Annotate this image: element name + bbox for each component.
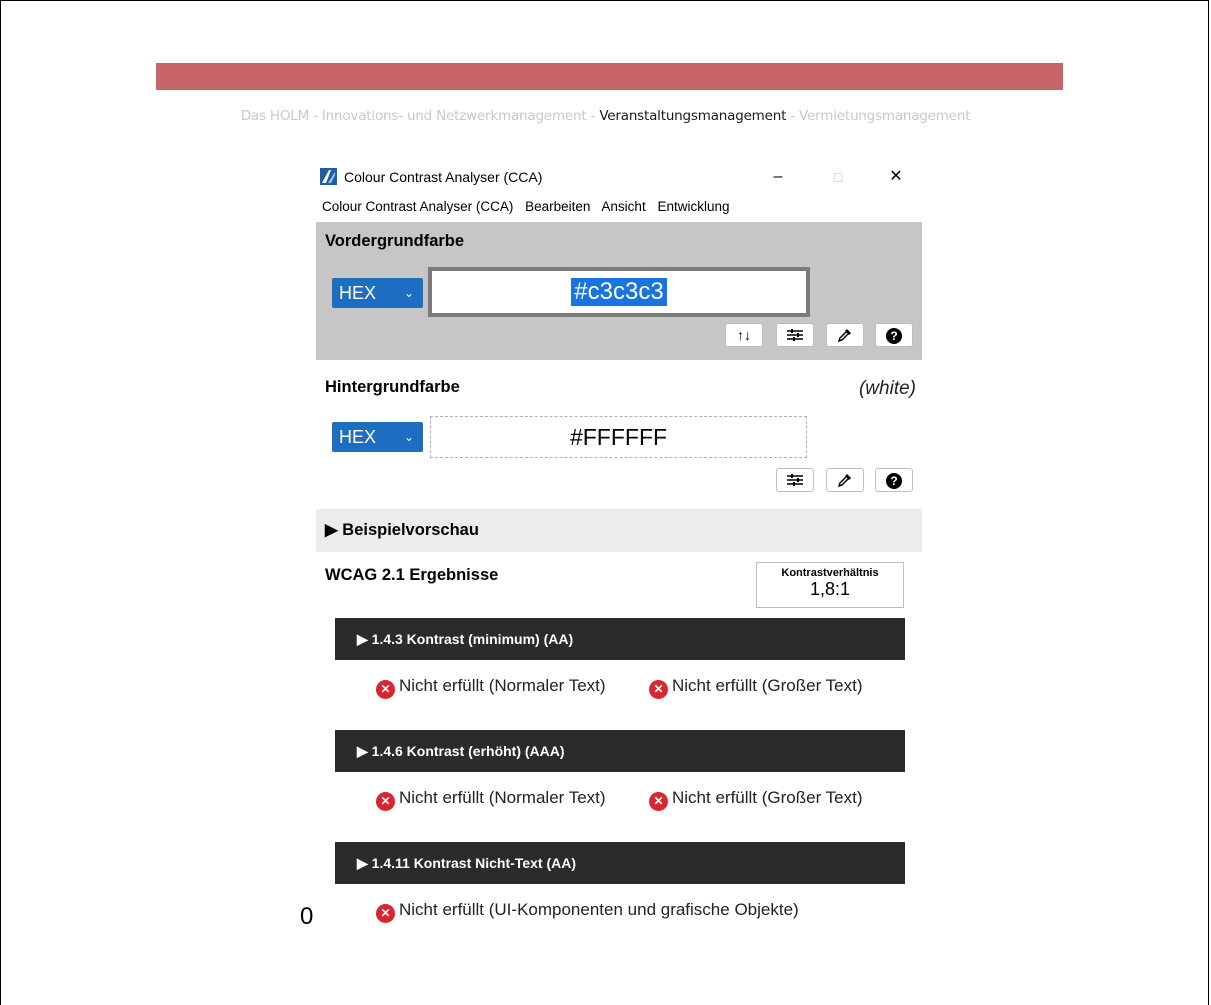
- result-large-text: ✕ Nicht erfüllt (Großer Text): [649, 788, 919, 811]
- stray-text: 0: [300, 903, 314, 930]
- foreground-format-select[interactable]: HEX ⌄: [332, 278, 423, 308]
- background-format-select[interactable]: HEX ⌄: [332, 422, 423, 452]
- background-color-input[interactable]: #FFFFFF: [430, 416, 807, 458]
- chevron-down-icon: ⌄: [403, 286, 414, 300]
- cca-window: Colour Contrast Analyser (CCA) – □ ✕ Col…: [316, 160, 922, 930]
- foreground-color-value: #c3c3c3: [571, 278, 667, 306]
- background-help-button[interactable]: ?: [875, 468, 913, 492]
- results-heading: WCAG 2.1 Ergebnisse: [325, 566, 499, 584]
- title-bar[interactable]: Colour Contrast Analyser (CCA) – □ ✕: [316, 160, 922, 194]
- criterion-title: 1.4.11 Kontrast Nicht-Text (AA): [371, 855, 576, 871]
- foreground-help-button[interactable]: ?: [875, 323, 913, 347]
- breadcrumb-item[interactable]: Das HOLM - Innovations- und Netzwerkmana…: [241, 108, 600, 124]
- contrast-ratio-value: 1,8:1: [809, 579, 851, 599]
- background-format-value: HEX: [339, 427, 377, 447]
- breadcrumb-item[interactable]: - Vermietungsmanagement: [786, 108, 970, 124]
- sliders-icon: [786, 327, 804, 343]
- result-label: Nicht erfüllt (Normaler Text): [399, 788, 606, 807]
- criterion-header[interactable]: ▶ 1.4.6 Kontrast (erhöht) (AAA): [335, 730, 905, 772]
- menu-item-cca[interactable]: Colour Contrast Analyser (CCA): [322, 199, 513, 214]
- result-label: Nicht erfüllt (Normaler Text): [399, 676, 606, 695]
- eyedropper-icon: [837, 472, 853, 488]
- swap-icon: ↑↓: [737, 327, 751, 343]
- breadcrumb: Das HOLM - Innovations- und Netzwerkmana…: [0, 108, 1211, 124]
- criterion-header[interactable]: ▶ 1.4.11 Kontrast Nicht-Text (AA): [335, 842, 905, 884]
- fail-icon: ✕: [376, 792, 395, 811]
- foreground-heading: Vordergrundfarbe: [325, 232, 465, 250]
- fail-icon: ✕: [376, 680, 395, 699]
- help-icon: ?: [886, 473, 902, 489]
- swap-colors-button[interactable]: ↑↓: [725, 323, 763, 347]
- foreground-eyedropper-button[interactable]: [826, 323, 864, 347]
- help-icon: ?: [886, 328, 902, 344]
- preview-label-text: Beispielvorschau: [342, 521, 479, 539]
- contrast-ratio-box: Kontrastverhältnis 1,8:1: [756, 562, 904, 608]
- menu-item-entwicklung[interactable]: Entwicklung: [657, 199, 729, 214]
- preview-toggle[interactable]: ▶ Beispielvorschau: [316, 509, 922, 552]
- eyedropper-icon: [837, 327, 853, 343]
- criterion-title: 1.4.3 Kontrast (minimum) (AA): [371, 631, 574, 647]
- result-label: Nicht erfüllt (Großer Text): [672, 676, 863, 695]
- result-normal-text: ✕ Nicht erfüllt (Normaler Text): [376, 788, 616, 811]
- sliders-icon: [786, 472, 804, 488]
- background-sliders-button[interactable]: [776, 468, 814, 492]
- result-label: Nicht erfüllt (Großer Text): [672, 788, 863, 807]
- fail-icon: ✕: [649, 792, 668, 811]
- window-title: Colour Contrast Analyser (CCA): [344, 169, 543, 185]
- result-normal-text: ✕ Nicht erfüllt (Normaler Text): [376, 676, 616, 699]
- fail-icon: ✕: [649, 680, 668, 699]
- menu-item-ansicht[interactable]: Ansicht: [601, 199, 645, 214]
- background-heading: Hintergrundfarbe: [325, 378, 460, 396]
- result-large-text: ✕ Nicht erfüllt (Großer Text): [649, 676, 919, 699]
- header-banner: [156, 63, 1063, 90]
- app-icon: [320, 168, 337, 185]
- foreground-color-input[interactable]: #c3c3c3: [428, 267, 810, 317]
- result-ui-components: ✕ Nicht erfüllt (UI-Komponenten und grafi…: [376, 900, 916, 923]
- background-color-name: (white): [858, 378, 916, 399]
- menu-bar: Colour Contrast Analyser (CCA) Bearbeite…: [322, 199, 738, 214]
- contrast-ratio-label: Kontrastverhältnis: [781, 567, 879, 579]
- background-eyedropper-button[interactable]: [826, 468, 864, 492]
- preview-label: ▶ Beispielvorschau: [325, 521, 479, 539]
- fail-icon: ✕: [376, 904, 395, 923]
- maximize-button[interactable]: □: [818, 164, 858, 190]
- foreground-sliders-button[interactable]: [776, 323, 814, 347]
- foreground-panel: Vordergrundfarbe HEX ⌄ #c3c3c3 ↑↓ ?: [316, 222, 922, 360]
- breadcrumb-item-active[interactable]: Veranstaltungsmanagement: [599, 108, 786, 124]
- criterion-header[interactable]: ▶ 1.4.3 Kontrast (minimum) (AA): [335, 618, 905, 660]
- menu-item-bearbeiten[interactable]: Bearbeiten: [525, 199, 590, 214]
- chevron-down-icon: ⌄: [403, 430, 414, 444]
- foreground-format-value: HEX: [339, 283, 377, 303]
- minimize-button[interactable]: –: [758, 164, 798, 190]
- criterion-title: 1.4.6 Kontrast (erhöht) (AAA): [371, 743, 565, 759]
- result-label: Nicht erfüllt (UI-Komponenten und grafis…: [399, 900, 799, 919]
- close-button[interactable]: ✕: [876, 164, 916, 190]
